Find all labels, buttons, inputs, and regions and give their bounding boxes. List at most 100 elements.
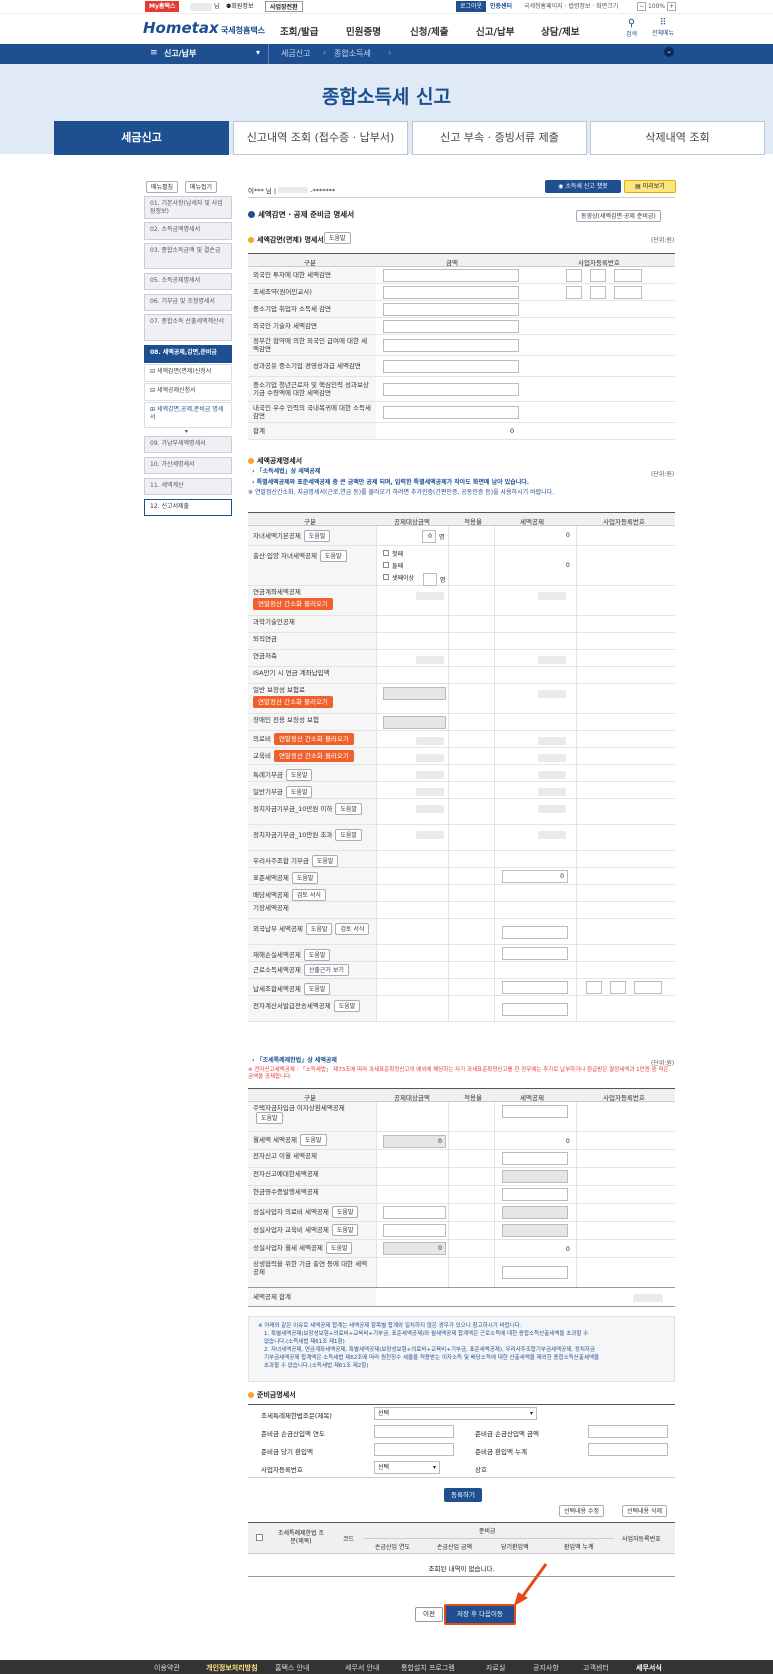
sidebar-item-donation[interactable]: 06. 기부금 및 조정명세서: [144, 294, 232, 311]
birth-order-checkbox[interactable]: [383, 562, 389, 568]
biz-no-input[interactable]: [614, 269, 642, 282]
amount-input[interactable]: [502, 947, 568, 960]
amount-input[interactable]: [383, 286, 519, 299]
external-links[interactable]: 국세청홈페이지 · 법령정보 · 화면크기: [520, 1, 622, 12]
amount-input[interactable]: [502, 925, 568, 939]
amount-input[interactable]: [383, 687, 446, 700]
help-button[interactable]: 도움말: [325, 1242, 353, 1254]
amount-input[interactable]: [502, 1170, 568, 1183]
birth-order-checkbox[interactable]: [383, 550, 389, 556]
help-button[interactable]: 도움말: [303, 983, 331, 995]
reserve-current-input[interactable]: [374, 1443, 454, 1456]
amount-input[interactable]: [502, 981, 568, 994]
help-button[interactable]: 도움말: [305, 923, 333, 935]
zoom-control[interactable]: − 100% +: [633, 1, 680, 12]
menu-consult[interactable]: 상담/제보: [541, 24, 579, 38]
amount-input[interactable]: [383, 269, 519, 282]
sidebar-item-calc-tax[interactable]: 07. 종합소득 산출세액계산서: [144, 314, 232, 341]
birth-order-checkbox[interactable]: [383, 574, 389, 580]
biz-no-input[interactable]: [566, 269, 582, 282]
footer-archive[interactable]: 자료실: [486, 1663, 505, 1673]
footer-hometax-guide[interactable]: 홈택스 안내: [275, 1663, 309, 1673]
amount-input[interactable]: [383, 1224, 446, 1237]
biz-no-input[interactable]: [590, 286, 606, 299]
amount-input[interactable]: [502, 1105, 568, 1118]
load-simplified-button[interactable]: 연말정산 간소화 불러오기: [273, 750, 354, 762]
amount-input[interactable]: [502, 1152, 568, 1165]
biz-no-input[interactable]: [610, 981, 626, 994]
reserve-amount-input[interactable]: [588, 1425, 668, 1438]
footer-privacy[interactable]: 개인정보처리방침: [206, 1663, 258, 1673]
biz-no-input[interactable]: [566, 286, 582, 299]
help-button[interactable]: 도움말: [256, 1112, 283, 1124]
amount-input[interactable]: [383, 716, 446, 729]
amount-input[interactable]: 0: [383, 1242, 446, 1255]
breadcrumb-current-menu[interactable]: 신고/납부: [164, 48, 196, 59]
amount-input[interactable]: [502, 1188, 568, 1201]
amount-input[interactable]: [423, 573, 437, 586]
help-button[interactable]: 도움말: [303, 949, 331, 961]
footer-forms[interactable]: 세무서식: [636, 1663, 662, 1673]
footer-terms[interactable]: 이용약관: [154, 1663, 180, 1673]
modify-selected-button[interactable]: 선택내용 수정: [559, 1505, 605, 1517]
footer-install[interactable]: 통합설치 프로그램: [401, 1663, 455, 1673]
biz-no-input[interactable]: [586, 981, 602, 994]
sidebar-item-tax-credit[interactable]: 08. 세액공제,감면,준비금: [144, 345, 232, 363]
footer-office-guide[interactable]: 세무서 안내: [345, 1663, 379, 1673]
zoom-out-icon[interactable]: −: [637, 2, 647, 11]
breadcrumb-income-tax[interactable]: 종합소득세: [334, 48, 371, 59]
tab-attachments[interactable]: 신고 부속 · 증빙서류 제출: [412, 121, 587, 155]
biz-no-input[interactable]: [614, 286, 642, 299]
amount-input[interactable]: [383, 406, 519, 419]
tab-tax-filing[interactable]: 세금신고: [54, 121, 229, 155]
amount-input[interactable]: [383, 360, 519, 373]
help-button[interactable]: 도움말: [333, 1000, 361, 1012]
load-simplified-button[interactable]: 연말정산 간소화 불러오기: [253, 696, 333, 708]
help-button[interactable]: 도움말: [285, 786, 313, 798]
calc-basis-button[interactable]: 산출근거 보기: [303, 964, 349, 976]
footer-help[interactable]: 고객센터: [583, 1663, 609, 1673]
sidebar-item-submit[interactable]: 12. 신고서제출: [144, 499, 232, 516]
hamburger-icon[interactable]: ≡: [150, 48, 158, 58]
tab-deleted-history[interactable]: 삭제내역 조회: [590, 121, 765, 155]
help-button[interactable]: 도움말: [311, 855, 339, 867]
amount-input[interactable]: [383, 1206, 446, 1219]
menu-collapse-button[interactable]: 메뉴접기: [185, 181, 218, 193]
prev-button[interactable]: 이전: [415, 1607, 443, 1622]
register-button[interactable]: 등록하기: [444, 1488, 482, 1502]
help-button[interactable]: 도움말: [285, 769, 313, 781]
amount-input[interactable]: [502, 1224, 568, 1237]
sidebar-sub-reserve[interactable]: ⊞ 세액감면,공제,준비금 명세서: [144, 402, 232, 428]
chatbot-button[interactable]: ◉ 소득세 신고 챗봇: [545, 180, 621, 193]
delete-selected-button[interactable]: 선택내용 삭제: [622, 1505, 668, 1517]
collapse-circle-icon[interactable]: ⌄: [664, 47, 674, 57]
load-simplified-button[interactable]: 연말정산 간소화 불러오기: [273, 733, 354, 745]
help-button[interactable]: 도움말: [331, 1206, 359, 1218]
menu-expand-button[interactable]: 메뉴펼침: [146, 181, 179, 193]
help-button[interactable]: 도움말: [303, 530, 331, 542]
amount-input[interactable]: 0: [502, 870, 568, 883]
preview-button[interactable]: ▤ 미리보기: [624, 180, 676, 193]
sidebar-sub-credit[interactable]: ⊟ 세액공제신청서: [144, 383, 232, 401]
sidebar-item-basic-info[interactable]: 01. 기본사항(납세자 및 사업장정보): [144, 196, 232, 219]
sidebar-item-tax-calc[interactable]: 11. 세액계산: [144, 478, 232, 495]
amount-input[interactable]: 0: [422, 530, 436, 543]
footer-notice[interactable]: 공지사항: [533, 1663, 559, 1673]
help-button[interactable]: 도움말: [331, 1224, 359, 1236]
search-button[interactable]: ⚲ 검색: [626, 18, 637, 38]
sidebar-item-penalty[interactable]: 10. 가산세명세서: [144, 457, 232, 474]
all-menu-button[interactable]: ⠿ 전체메뉴: [652, 18, 674, 37]
help-button[interactable]: 도움말: [291, 872, 319, 884]
amount-input[interactable]: [502, 1002, 568, 1016]
sidebar-sub-reduction[interactable]: ⊟ 세액감면(면제)신청서: [144, 364, 232, 382]
hometax-logo[interactable]: Hometax 국세청홈택스: [143, 19, 265, 37]
amount-input[interactable]: [502, 1206, 568, 1219]
menu-application[interactable]: 신청/제출: [410, 24, 448, 38]
review-form-button[interactable]: 검토 서식: [335, 923, 370, 935]
sidebar-item-total-income[interactable]: 03. 종합소득금액 및 결손금: [144, 243, 232, 269]
tab-filing-history[interactable]: 신고내역 조회 (접수증 · 납부서): [233, 121, 408, 155]
biz-no-input[interactable]: [634, 981, 662, 994]
cert-center-link[interactable]: 인증센터: [486, 1, 516, 12]
amount-input[interactable]: 0: [383, 1135, 446, 1148]
help-button[interactable]: 도움말: [335, 829, 362, 841]
